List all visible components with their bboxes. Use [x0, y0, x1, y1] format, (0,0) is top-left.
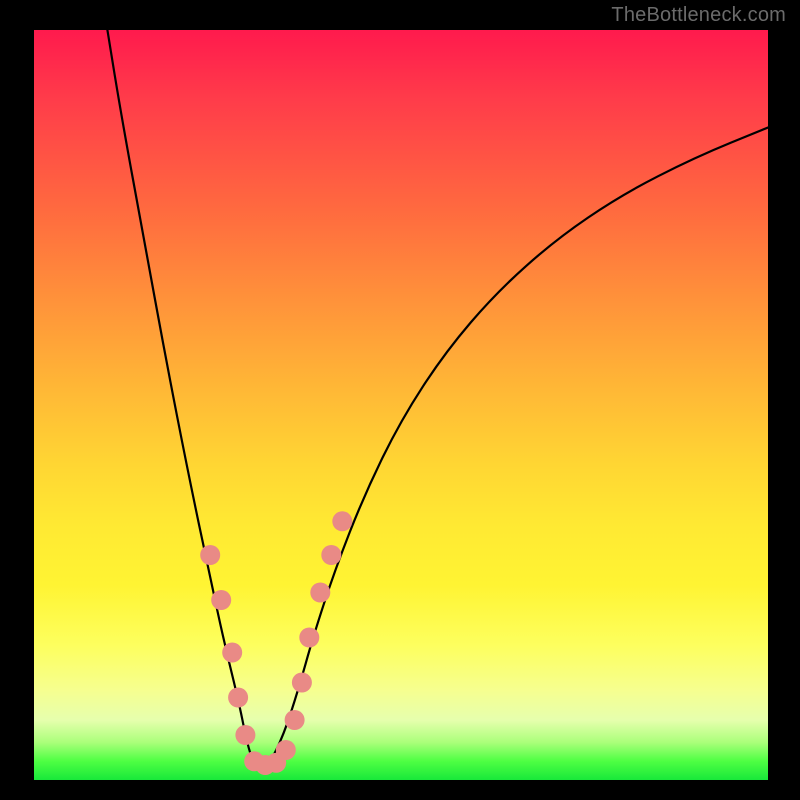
highlight-dot — [285, 710, 305, 730]
highlight-dot — [299, 628, 319, 648]
plot-area — [34, 30, 768, 780]
curve-layer — [34, 30, 768, 780]
bottleneck-curve-path — [107, 30, 768, 771]
highlight-dot — [276, 740, 296, 760]
highlight-dots-group — [200, 511, 352, 775]
highlight-dot — [235, 725, 255, 745]
highlight-dot — [292, 673, 312, 693]
watermark-text: TheBottleneck.com — [611, 4, 786, 27]
highlight-dot — [222, 643, 242, 663]
highlight-dot — [211, 590, 231, 610]
chart-stage: TheBottleneck.com — [0, 0, 800, 800]
highlight-dot — [200, 545, 220, 565]
highlight-dot — [310, 583, 330, 603]
highlight-dot — [332, 511, 352, 531]
highlight-dot — [321, 545, 341, 565]
highlight-dot — [228, 688, 248, 708]
